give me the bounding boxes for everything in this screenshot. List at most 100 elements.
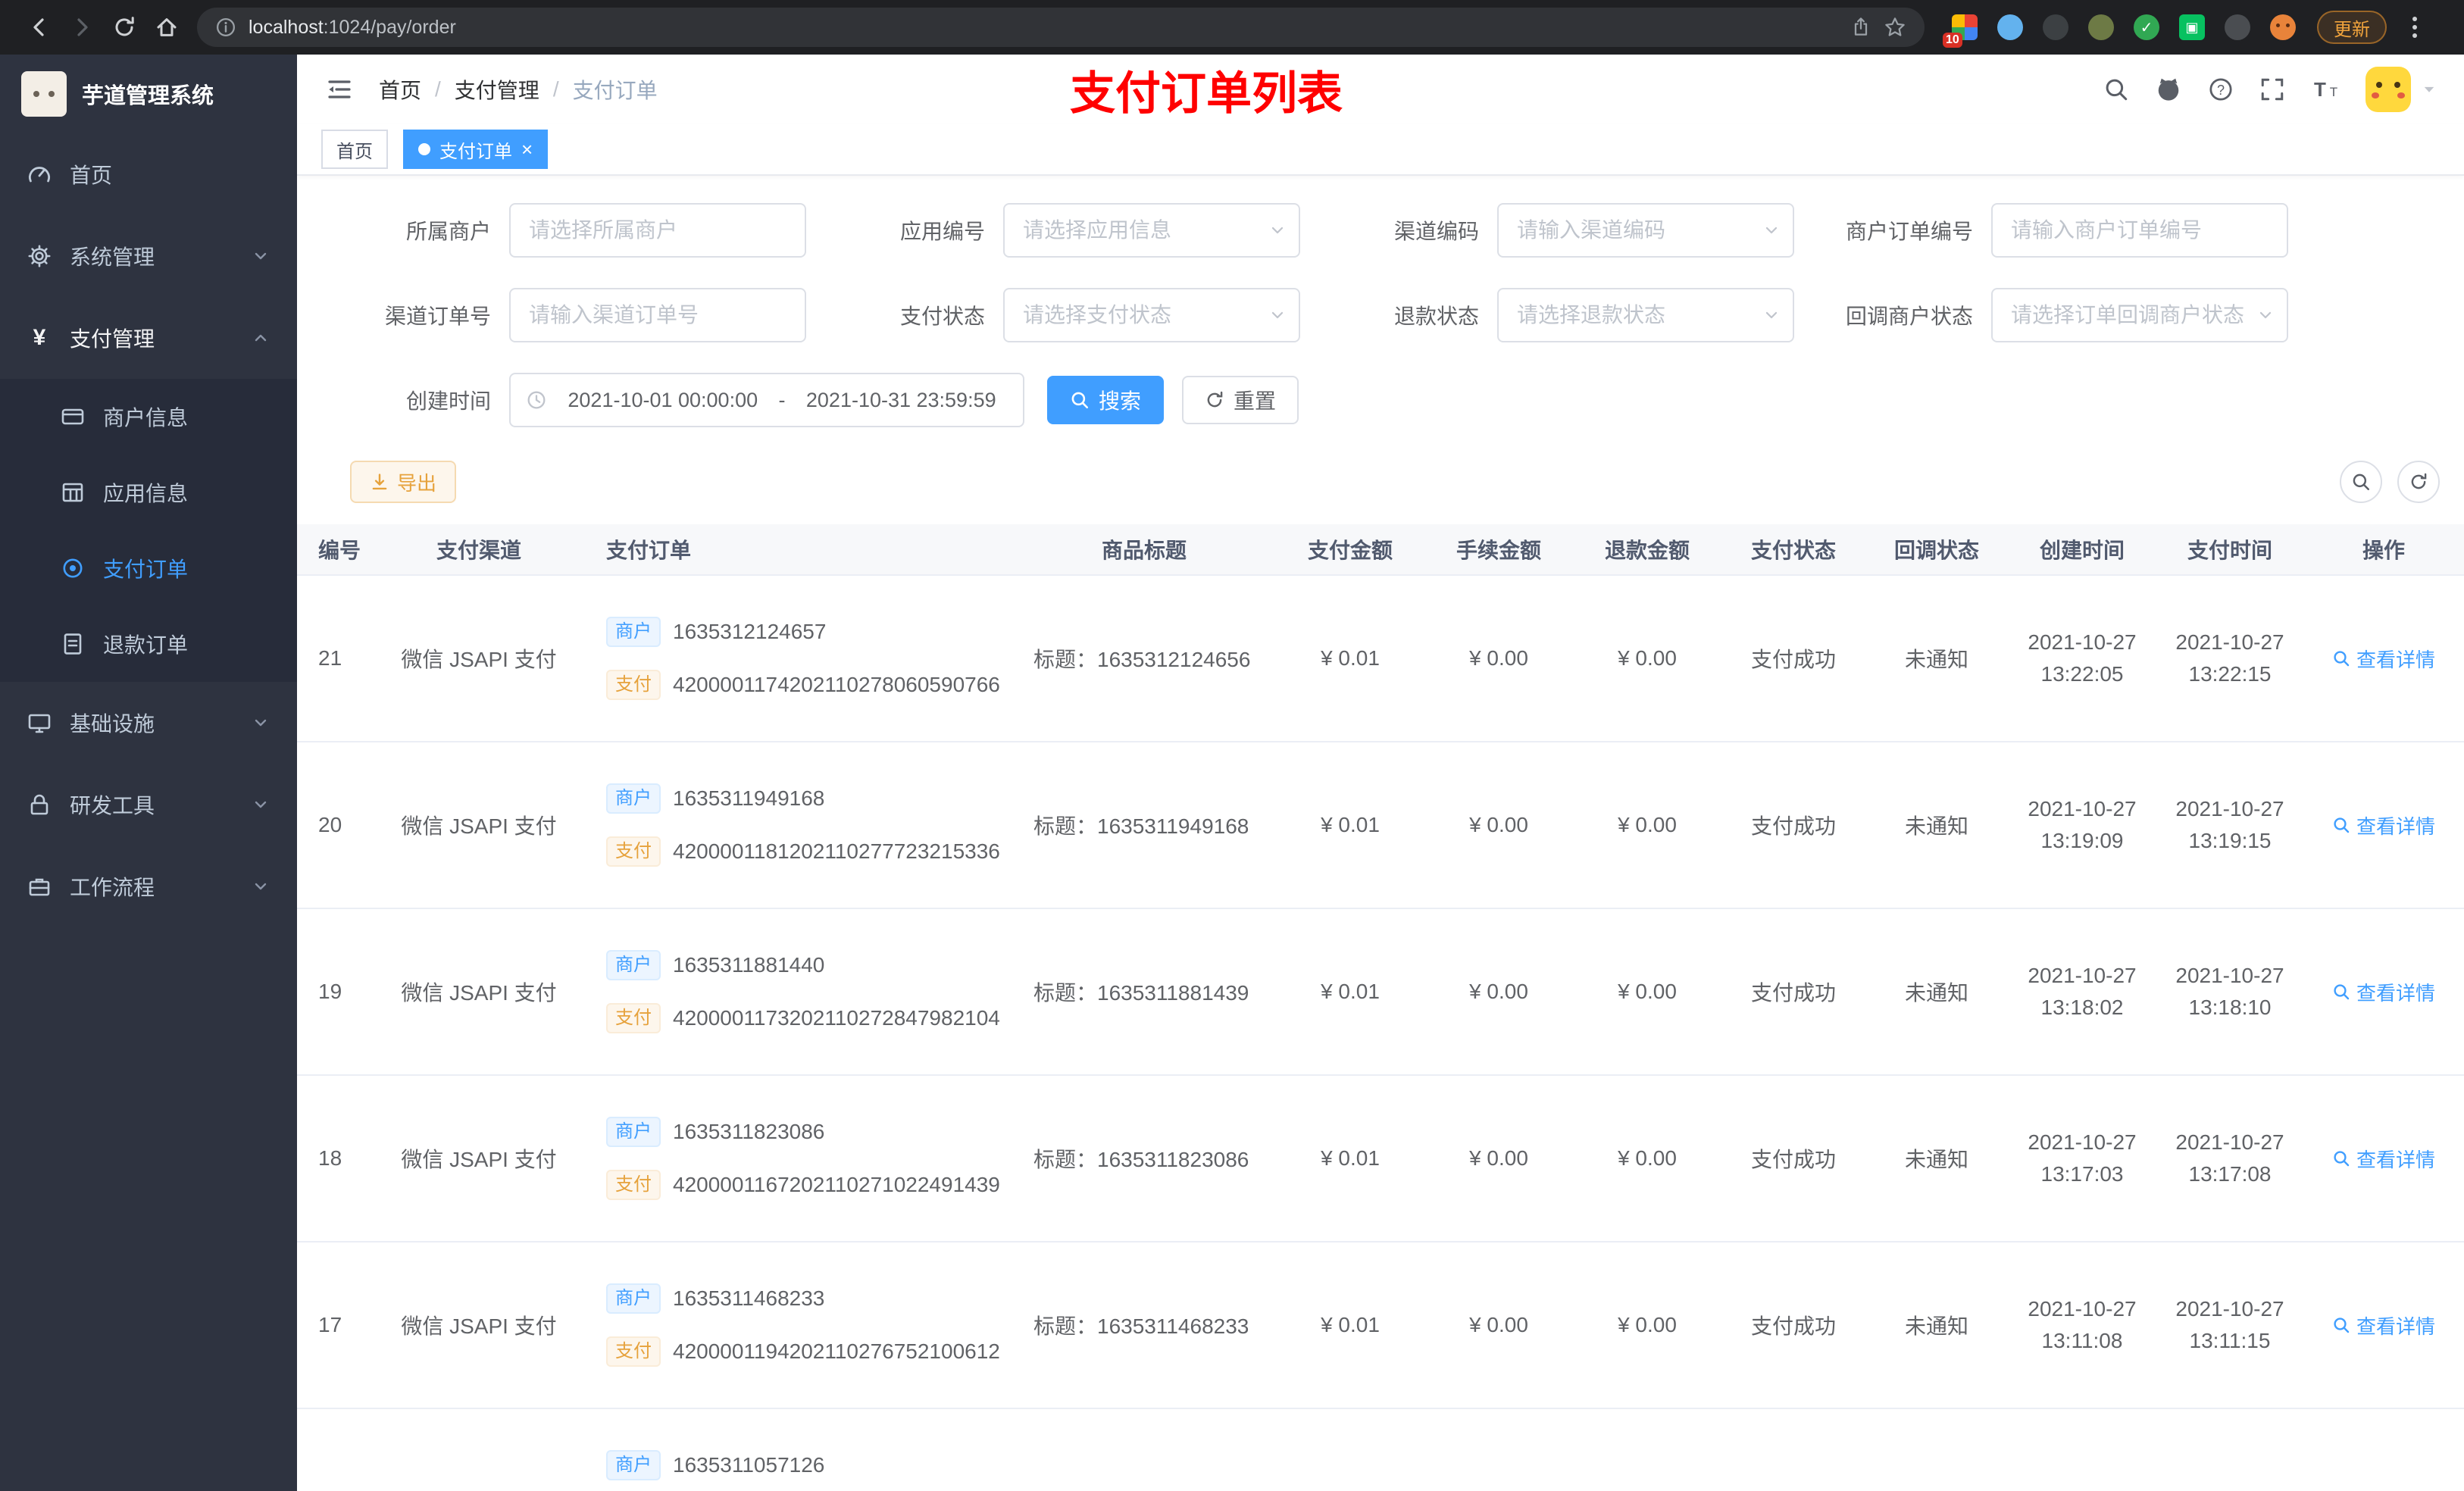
extension-green-icon[interactable]: ▣ [2179,14,2205,40]
fee-amount: ¥ 0.00 [1469,646,1528,670]
view-detail-link[interactable]: 查看详情 [2332,1145,2435,1173]
column-header: 退款金额 [1604,539,1690,562]
site-info-icon[interactable] [215,17,236,38]
sidebar-item-app-info[interactable]: 应用信息 [0,455,297,530]
refund-status-select[interactable] [1497,288,1794,342]
create-time-range-picker[interactable]: 2021-10-01 00:00:00 - 2021-10-31 23:59:5… [509,373,1024,427]
app-title: 芋道管理系统 [82,84,214,108]
create-date: 2021-10-27 [2028,630,2137,654]
extension-dark-icon[interactable] [2043,14,2068,40]
merchant-order-no: 1635311057126 [673,1453,825,1477]
notify-status-select[interactable] [1991,288,2288,342]
url-bar[interactable]: localhost:1024/pay/order [197,8,1925,47]
breadcrumb-pay-order: 支付订单 [572,79,658,102]
pay-status: 支付成功 [1750,1148,1836,1171]
table-toolbar: 导出 [297,458,2464,503]
pay-time: 13:19:15 [2188,829,2272,852]
home-icon[interactable] [145,6,188,48]
forward-icon[interactable] [61,6,103,48]
sidebar-menu: 首页 系统管理 ¥ 支付管理 商户信息 应用信息 支付订单 退款订单 基础设施 … [0,133,297,927]
font-size-icon[interactable]: TT [2311,77,2340,102]
merchant-tag: 商户 [606,1450,661,1480]
sidebar-item-merchant-info[interactable]: 商户信息 [0,379,297,455]
sidebar-item-infra[interactable]: 基础设施 [0,682,297,764]
export-button[interactable]: 导出 [350,461,457,503]
filter-label: 回调商户状态 [1845,305,1973,328]
pay-status: 支付成功 [1750,981,1836,1005]
pay-amount: ¥ 0.01 [1321,980,1380,1003]
browser-update-button[interactable]: 更新 [2317,11,2387,44]
breadcrumb-home[interactable]: 首页 [379,74,421,105]
sidebar-item-devtools[interactable]: 研发工具 [0,764,297,846]
toggle-search-button[interactable] [2340,461,2382,503]
pay-status: 支付成功 [1750,648,1836,671]
notify-status: 未通知 [1904,1148,1968,1171]
reset-button[interactable]: 重置 [1182,376,1299,424]
column-header: 支付订单 [606,539,692,562]
extensions-tray: 10 ✓ ▣ [1943,14,2296,48]
breadcrumb: 首页 / 支付管理 / 支付订单 [379,74,658,105]
breadcrumb-pay-mgmt[interactable]: 支付管理 [455,74,539,105]
filter-label: 应用编号 [899,220,985,243]
filter-label: 所属商户 [405,220,491,243]
sidebar-item-workflow[interactable]: 工作流程 [0,846,297,927]
extension-pin-icon[interactable] [2225,14,2250,40]
view-detail-link[interactable]: 查看详情 [2332,1311,2435,1339]
app-id-select[interactable] [1003,203,1300,258]
channel-code-select[interactable] [1497,203,1794,258]
notify-status: 未通知 [1904,648,1968,671]
channel-order-no-input[interactable] [509,288,806,342]
pay-order-no: 4200001181202110277723215336 [673,839,1000,863]
merchant-select[interactable] [509,203,806,258]
table-body: 21 微信 JSAPI 支付 商户 1635312124657 支付 42000… [297,576,2464,1491]
bookmark-star-icon[interactable] [1884,16,1906,39]
pay-tag: 支付 [606,1003,661,1033]
pay-channel: 微信 JSAPI 支付 [401,814,557,838]
create-time: 13:19:09 [2040,829,2124,852]
github-icon[interactable] [2155,76,2182,103]
pay-amount: ¥ 0.01 [1321,1313,1380,1336]
filter-label: 退款状态 [1393,305,1479,328]
view-detail-link[interactable]: 查看详情 [2332,811,2435,839]
refund-amount: ¥ 0.00 [1618,1313,1677,1336]
sidebar-toggle-icon[interactable] [315,65,364,114]
share-icon[interactable] [1850,17,1871,38]
refresh-button[interactable] [2397,461,2440,503]
extension-olive-icon[interactable] [2088,14,2114,40]
reload-icon[interactable] [103,6,145,48]
sidebar-item-payment[interactable]: ¥ 支付管理 [0,297,297,379]
help-icon[interactable]: ? [2208,77,2234,102]
sidebar-item-home[interactable]: 首页 [0,133,297,215]
refund-amount: ¥ 0.00 [1618,980,1677,1003]
fee-amount: ¥ 0.00 [1469,1313,1528,1336]
logo-avatar [21,71,67,117]
search-button[interactable]: 搜索 [1047,376,1165,424]
tab-home[interactable]: 首页 [321,130,388,169]
sidebar-item-pay-order[interactable]: 支付订单 [0,530,297,606]
top-navbar: 首页 / 支付管理 / 支付订单 支付订单列表 ? T T [297,55,2464,124]
merchant-order-no-input[interactable] [1991,203,2288,258]
table-row: 20 微信 JSAPI 支付 商户 1635311949168 支付 42000… [297,742,2464,909]
fullscreen-icon[interactable] [2259,77,2285,102]
filter-label: 支付状态 [899,305,985,328]
sidebar-item-refund-order[interactable]: 退款订单 [0,606,297,682]
profile-avatar-icon[interactable] [2270,14,2296,40]
view-detail-link[interactable]: 查看详情 [2332,978,2435,1006]
close-icon[interactable]: × [521,139,533,159]
back-icon[interactable] [18,6,61,48]
tab-pay-order[interactable]: 支付订单 × [403,130,549,169]
merchant-order-no: 1635311823086 [673,1120,825,1143]
pay-status-select[interactable] [1003,288,1300,342]
extension-drop-icon[interactable] [1997,14,2023,40]
pay-channel: 微信 JSAPI 支付 [401,648,557,671]
extension-puzzle-icon[interactable]: 10 [1943,14,1978,48]
view-detail-link[interactable]: 查看详情 [2332,645,2435,673]
user-menu[interactable] [2366,67,2437,112]
browser-menu-icon[interactable] [2406,11,2423,44]
extension-check-icon[interactable]: ✓ [2134,14,2159,40]
extension-badge: 10 [1943,33,1962,48]
search-icon[interactable] [2103,77,2129,102]
pay-time: 13:11:15 [2189,1329,2271,1352]
sidebar-item-system[interactable]: 系统管理 [0,215,297,297]
order-id: 21 [318,646,342,670]
